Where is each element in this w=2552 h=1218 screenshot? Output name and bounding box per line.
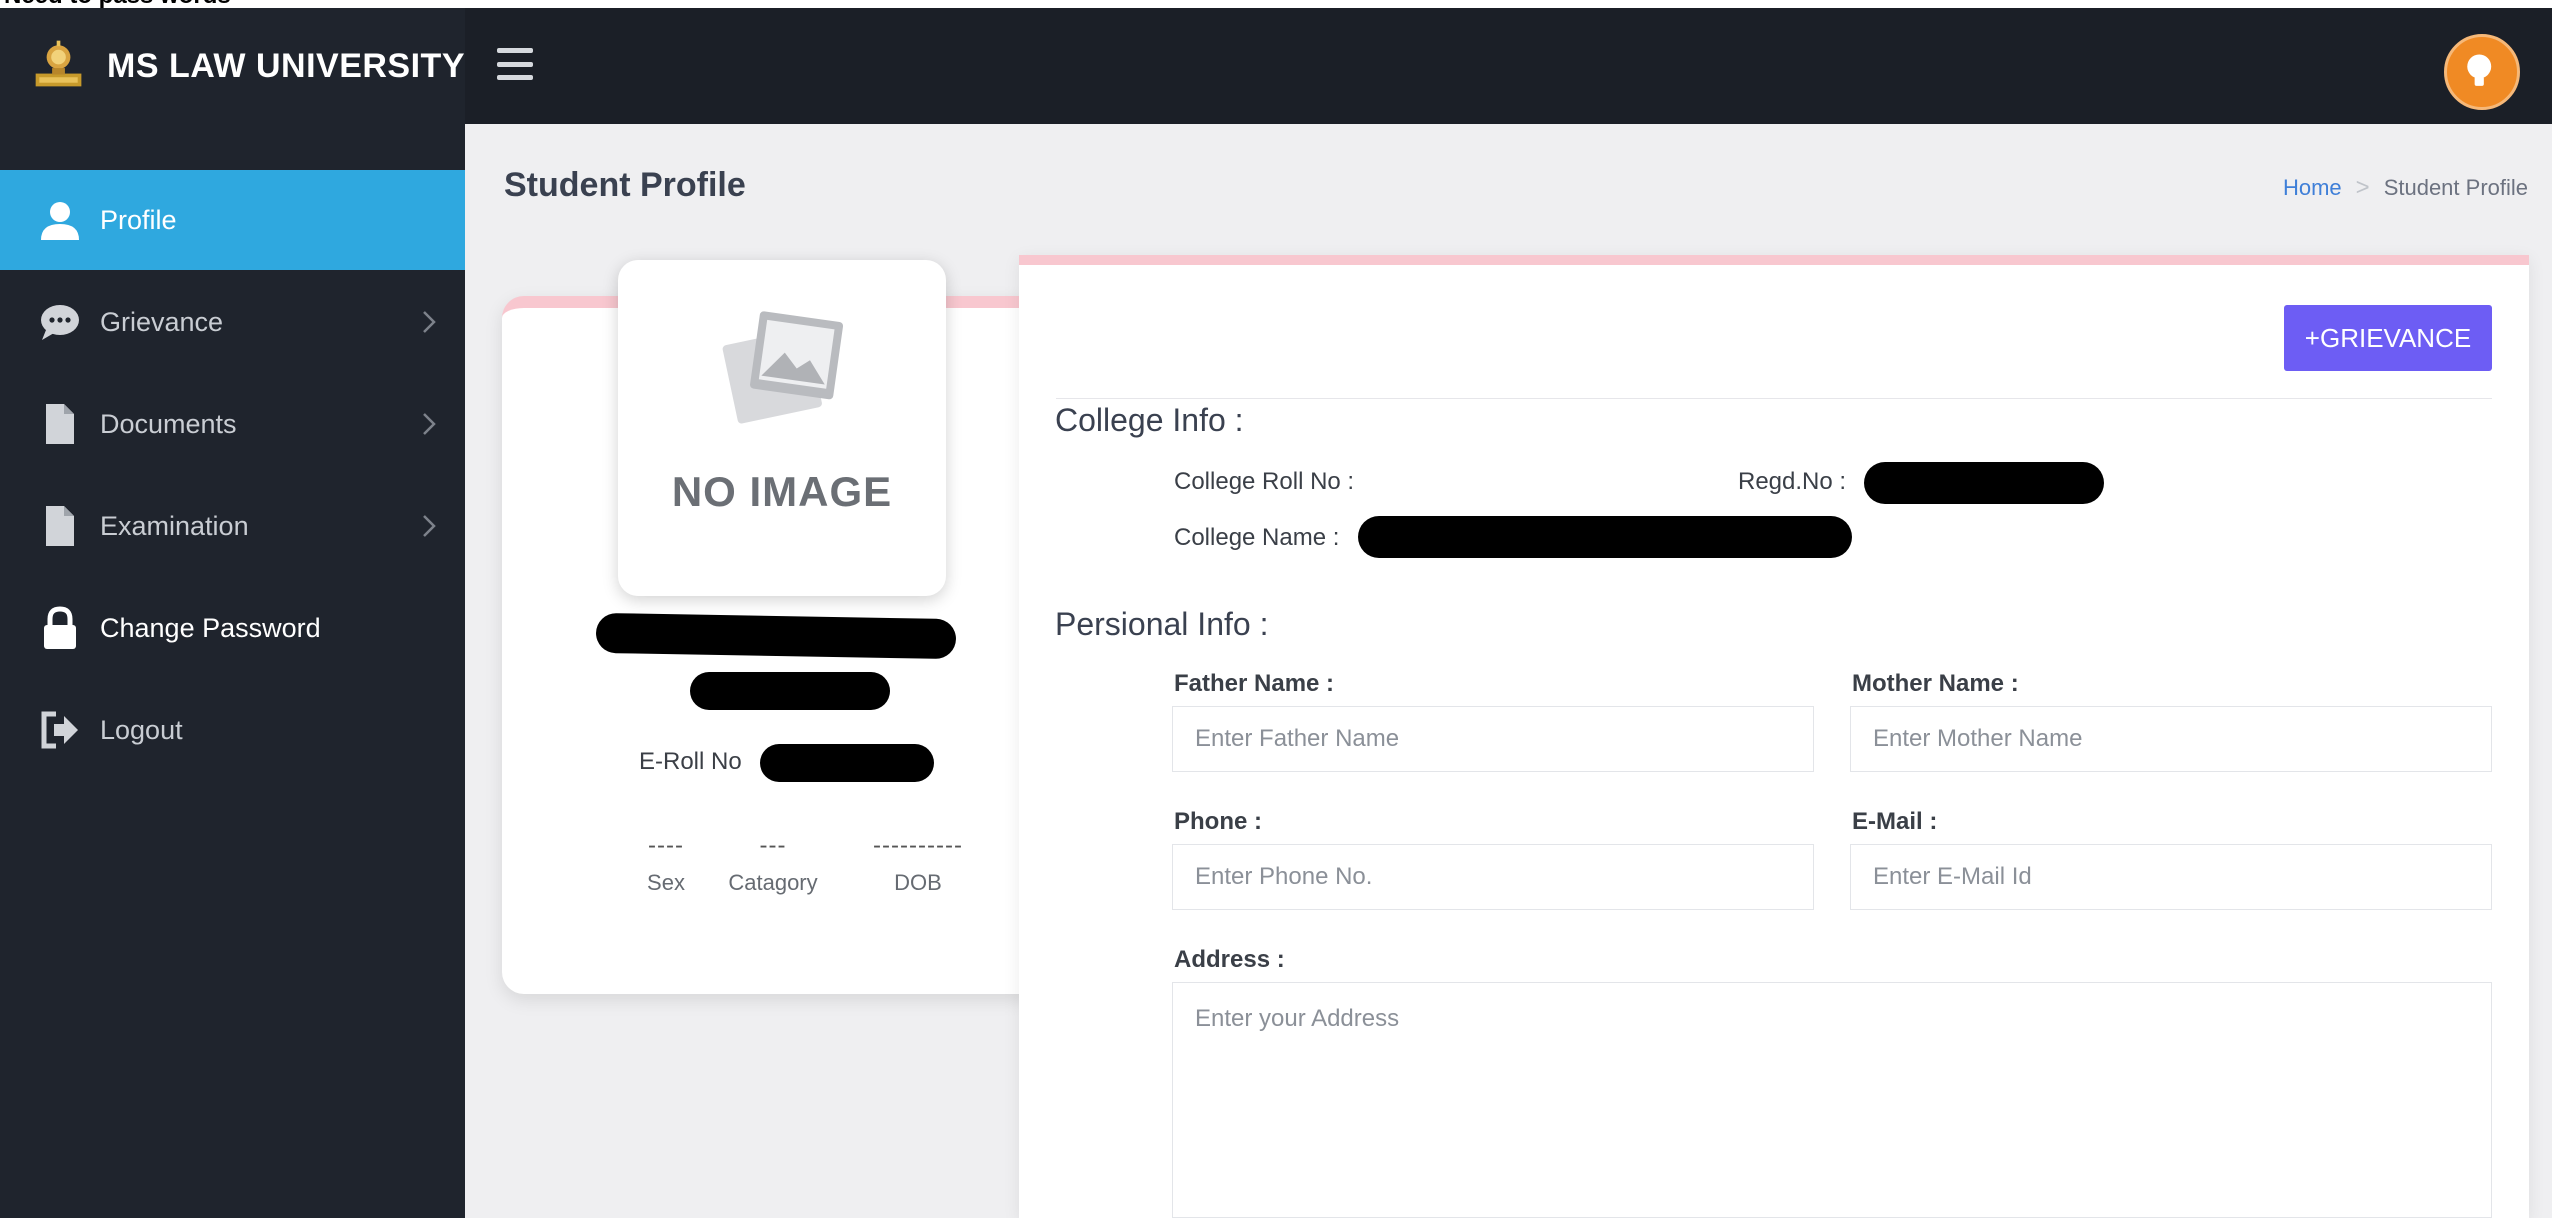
profile-photo-placeholder: NO IMAGE: [618, 260, 946, 596]
sidebar-item-label: Change Password: [100, 612, 321, 643]
sex-value: ----: [648, 832, 684, 859]
sidebar-item-label: Documents: [100, 408, 237, 439]
redaction-mark: [595, 612, 957, 660]
sex-field: ---- Sex: [640, 832, 692, 896]
redaction-mark: [1864, 462, 2104, 504]
university-logo-icon: [32, 37, 85, 95]
chat-bubble-icon: [36, 298, 84, 346]
mother-name-label: Mother Name :: [1852, 670, 2019, 697]
sidebar-item-label: Profile: [100, 204, 177, 235]
dob-field: ---------- DOB: [856, 832, 980, 896]
sidebar-item-documents[interactable]: Documents: [0, 374, 465, 474]
father-name-label: Father Name :: [1174, 670, 1335, 697]
sidebar-item-label: Examination: [100, 510, 249, 541]
regd-no-label: Regd.No :: [1738, 468, 1847, 495]
college-name-label: College Name :: [1174, 524, 1340, 551]
sidebar-item-profile[interactable]: Profile: [0, 170, 465, 270]
chevron-right-icon: [415, 408, 443, 440]
college-info-title: College Info :: [1055, 402, 1244, 438]
eroll-label: E-Roll No: [639, 748, 742, 775]
address-label: Address :: [1174, 946, 1285, 973]
page-title: Student Profile: [504, 166, 746, 204]
category-value: ---: [759, 832, 787, 859]
category-label: Catagory: [728, 870, 818, 895]
email-label: E-Mail :: [1852, 808, 1938, 835]
brand-name: MS LAW UNIVERSITY: [107, 46, 465, 85]
phone-input[interactable]: [1172, 844, 1814, 910]
dob-value: ----------: [873, 832, 963, 859]
college-roll-label: College Roll No :: [1174, 468, 1355, 495]
chevron-right-icon: [415, 510, 443, 542]
sex-label: Sex: [647, 870, 685, 895]
breadcrumb: Home > Student Profile: [2283, 174, 2528, 202]
divider: [1056, 398, 2492, 399]
logout-icon: [36, 706, 84, 754]
phone-label: Phone :: [1174, 808, 1262, 835]
cropped-caption-strip: Need to pass words: [0, 0, 2552, 8]
mother-name-input[interactable]: [1850, 706, 2492, 772]
brand[interactable]: MS LAW UNIVERSITY: [0, 8, 465, 124]
cropped-caption: Need to pass words: [4, 0, 231, 8]
address-textarea[interactable]: [1172, 982, 2492, 1218]
menu-toggle-icon[interactable]: [497, 48, 533, 80]
add-grievance-button[interactable]: +GRIEVANCE: [2284, 305, 2492, 371]
sidebar-item-label: Logout: [100, 714, 183, 745]
image-placeholder-icon: [722, 311, 844, 424]
user-icon: [36, 196, 84, 244]
chevron-right-icon: [415, 306, 443, 338]
sidebar-item-grievance[interactable]: Grievance: [0, 272, 465, 372]
sidebar-item-change-password[interactable]: Change Password: [0, 578, 465, 678]
document-icon: [36, 502, 84, 550]
breadcrumb-home-link[interactable]: Home: [2283, 175, 2342, 201]
redaction-mark: [690, 672, 890, 710]
redaction-mark: [760, 744, 934, 782]
sidebar-item-logout[interactable]: Logout: [0, 680, 465, 780]
document-icon: [36, 400, 84, 448]
top-navbar: MS LAW UNIVERSITY: [0, 8, 2552, 124]
no-image-text: NO IMAGE: [671, 468, 893, 515]
sidebar: Profile Grievance Documents Examination: [0, 124, 465, 1218]
email-input[interactable]: [1850, 844, 2492, 910]
dob-label: DOB: [894, 870, 942, 895]
sidebar-item-examination[interactable]: Examination: [0, 476, 465, 576]
father-name-input[interactable]: [1172, 706, 1814, 772]
bulb-icon: [2467, 54, 2492, 86]
breadcrumb-current: Student Profile: [2383, 175, 2528, 200]
lock-icon: [36, 604, 84, 652]
breadcrumb-separator: >: [2355, 174, 2370, 201]
user-avatar[interactable]: [2444, 34, 2520, 110]
redaction-mark: [1358, 516, 1852, 558]
personal-info-title: Persional Info :: [1055, 606, 1269, 642]
sidebar-item-label: Grievance: [100, 306, 224, 337]
category-field: --- Catagory: [718, 832, 828, 896]
